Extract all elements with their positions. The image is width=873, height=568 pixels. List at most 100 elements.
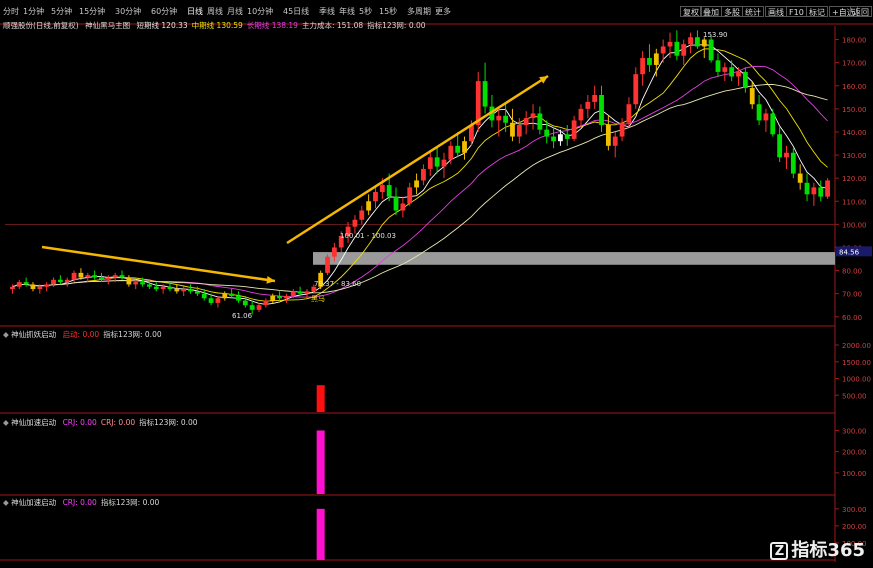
- candle-body: [578, 108, 584, 121]
- candle-body: [633, 74, 639, 105]
- y-tick-label: 1500.00: [842, 359, 871, 367]
- candle-body: [496, 115, 502, 121]
- candle-body: [736, 71, 741, 77]
- y-tick-label: 300.00: [842, 427, 867, 435]
- watermark-logo-icon: Z: [770, 542, 789, 560]
- candle-body: [215, 298, 221, 303]
- chart-canvas[interactable]: 60.0070.0080.0090.00100.00110.00120.0013…: [0, 0, 873, 568]
- candle-body: [722, 67, 728, 72]
- candle-body: [749, 88, 755, 105]
- toolbar-button[interactable]: 统计: [742, 6, 764, 17]
- candle-body: [462, 141, 467, 153]
- candle-body: [167, 286, 173, 290]
- period-tab[interactable]: 30分钟: [115, 6, 141, 17]
- y-tick-label: 150.00: [842, 106, 867, 114]
- period-tab[interactable]: 60分钟: [151, 6, 177, 17]
- toolbar-button[interactable]: 画线: [765, 6, 787, 17]
- legend-value: 短期线 120.33: [136, 21, 188, 30]
- period-tab[interactable]: 5秒: [359, 6, 372, 17]
- period-tab[interactable]: 5分钟: [51, 6, 72, 17]
- candle-body: [742, 71, 748, 89]
- candle-body: [708, 39, 714, 61]
- candle-body: [653, 53, 659, 65]
- y-tick-label: 140.00: [842, 129, 867, 137]
- toolbar-button[interactable]: 多股: [721, 6, 743, 17]
- candle-body: [811, 187, 817, 195]
- candle-body: [564, 134, 570, 139]
- toolbar-button[interactable]: 复权: [680, 6, 702, 17]
- toolbar-button[interactable]: 叠加: [700, 6, 722, 17]
- period-tab[interactable]: 10分钟: [247, 6, 273, 17]
- trend-arrow: [286, 74, 549, 245]
- candle-body: [777, 134, 783, 158]
- legend-value: CRJ: 0.00: [62, 418, 97, 427]
- candle-body: [256, 305, 262, 310]
- period-tab[interactable]: 分时: [3, 6, 19, 17]
- candle-body: [181, 289, 187, 292]
- y-tick-label: 300.00: [842, 506, 867, 514]
- candle-body: [421, 168, 426, 181]
- period-tab[interactable]: 多周期: [407, 6, 431, 17]
- stock-chart-window: 60.0070.0080.0090.00100.00110.00120.0013…: [0, 0, 873, 568]
- toolbar-button[interactable]: 标记: [806, 6, 828, 17]
- candle-body: [23, 282, 29, 285]
- candle-body: [482, 81, 488, 107]
- zone-upper-label: 100.01 - 100.03: [340, 232, 396, 240]
- trend-arrow: [41, 245, 276, 283]
- signal-bar: [316, 385, 325, 412]
- candle-body: [715, 60, 721, 72]
- candle-body: [729, 67, 735, 77]
- candle-body: [393, 196, 399, 211]
- period-tab[interactable]: 月线: [227, 6, 243, 17]
- y-tick-label: 2000.00: [842, 342, 871, 350]
- period-tab[interactable]: 15分钟: [79, 6, 105, 17]
- toolbar-button[interactable]: 返回: [850, 6, 872, 17]
- candle-body: [51, 279, 56, 285]
- candle-body: [174, 289, 180, 292]
- candle-body: [400, 203, 406, 211]
- candle-body: [304, 291, 310, 294]
- indicator3-title[interactable]: 神仙加速启动: [11, 498, 56, 507]
- candle-body: [681, 44, 687, 56]
- candle-body: [325, 256, 330, 273]
- y-tick-label: 60.00: [842, 314, 862, 322]
- toolbar-button[interactable]: F10: [786, 6, 807, 17]
- period-tab[interactable]: 更多: [435, 6, 451, 17]
- candle-body: [790, 152, 796, 174]
- candle-body: [619, 122, 625, 137]
- candle-body: [92, 275, 98, 278]
- candle-body: [119, 275, 125, 278]
- main-indicator-title[interactable]: 神仙黑马主图: [85, 21, 130, 30]
- y-tick-label: 110.00: [842, 198, 867, 206]
- legend-value: 指标123网: 0.00: [367, 21, 426, 30]
- y-tick-label: 200.00: [842, 523, 867, 531]
- indicator3-legend: ◆ 神仙加速启动 CRJ: 0.00 指标123网: 0.00: [3, 498, 160, 507]
- period-tab[interactable]: 年线: [339, 6, 355, 17]
- period-tab[interactable]: 1分钟: [23, 6, 44, 17]
- period-tab[interactable]: 15秒: [379, 6, 397, 17]
- candle-body: [71, 272, 77, 280]
- candle-body: [551, 136, 556, 142]
- period-tab[interactable]: 日线: [187, 6, 203, 17]
- candle-body: [558, 134, 563, 142]
- candle-body: [599, 94, 604, 126]
- period-tab[interactable]: 周线: [207, 6, 223, 17]
- candle-body: [242, 300, 248, 306]
- candle-body: [441, 159, 447, 167]
- candle-body: [78, 272, 84, 278]
- candle-body: [249, 305, 255, 310]
- period-tab[interactable]: 45日线: [283, 6, 309, 17]
- legend-value: 指标123网: 0.00: [100, 498, 160, 507]
- y-tick-label: 160.00: [842, 83, 867, 91]
- candle-body: [585, 101, 591, 109]
- candle-body: [379, 185, 385, 193]
- candle-body: [756, 104, 762, 121]
- candle-body: [674, 41, 680, 56]
- y-tick-label: 70.00: [842, 291, 862, 299]
- period-tab[interactable]: 季线: [319, 6, 335, 17]
- indicator2-title[interactable]: 神仙加速启动: [11, 418, 56, 427]
- candle-body: [99, 277, 104, 280]
- indicator1-title[interactable]: 神仙抓妖启动: [11, 330, 56, 339]
- candle-body: [434, 157, 440, 167]
- stock-name: 顺强股份(日线,前复权): [3, 21, 79, 30]
